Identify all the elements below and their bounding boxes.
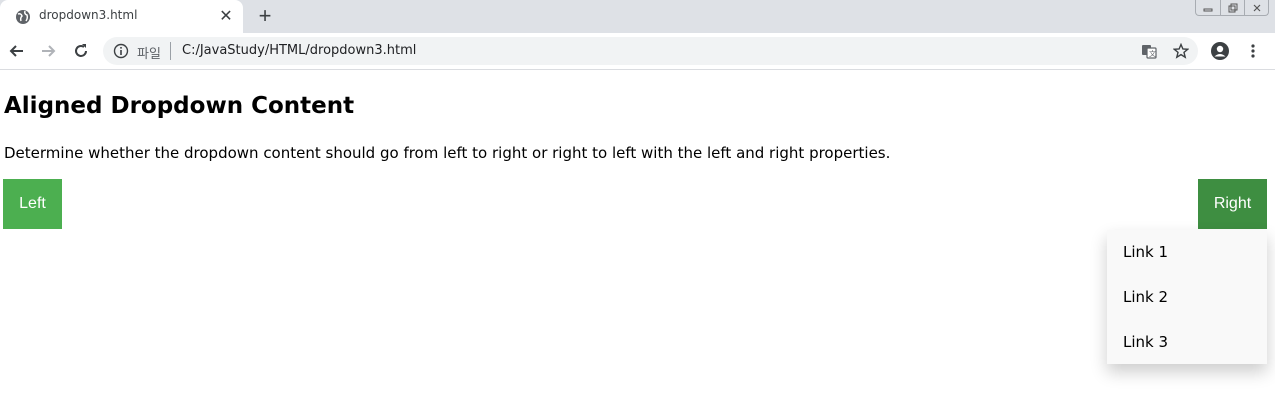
new-tab-icon[interactable]: + [254, 5, 276, 27]
bookmark-star-icon[interactable] [1172, 42, 1190, 60]
tab-title: dropdown3.html [39, 8, 138, 22]
profile-avatar-icon[interactable] [1209, 40, 1231, 62]
info-icon[interactable] [113, 43, 129, 59]
page-description: Determine whether the dropdown content s… [4, 144, 891, 162]
page-heading: Aligned Dropdown Content [4, 93, 355, 119]
url-separator [170, 42, 171, 60]
globe-icon [16, 10, 30, 24]
dropdown-link-3[interactable]: Link 3 [1107, 320, 1267, 365]
forward-icon[interactable] [37, 40, 59, 62]
url-text[interactable]: C:/JavaStudy/HTML/dropdown3.html [182, 43, 416, 58]
reload-icon[interactable] [70, 40, 92, 62]
tab-close-icon[interactable]: ✕ [217, 8, 235, 26]
dropdown-link-2[interactable]: Link 2 [1107, 275, 1267, 320]
menu-kebab-icon[interactable] [1242, 40, 1264, 62]
browser-tab[interactable]: dropdown3.html ✕ [0, 0, 243, 33]
close-window-icon[interactable] [1244, 0, 1268, 15]
browser-toolbar: 파일 C:/JavaStudy/HTML/dropdown3.html 文 [0, 33, 1275, 70]
tab-strip: dropdown3.html ✕ + [0, 0, 1275, 33]
url-scheme-label: 파일 [137, 47, 161, 62]
dropdown-link-1[interactable]: Link 1 [1107, 230, 1267, 275]
back-icon[interactable] [6, 40, 28, 62]
window-controls [1195, 0, 1269, 16]
svg-text:文: 文 [1149, 49, 1156, 58]
right-dropdown-button[interactable]: Right [1198, 179, 1267, 229]
right-dropdown-menu: Link 1 Link 2 Link 3 [1107, 230, 1267, 364]
left-dropdown-button[interactable]: Left [3, 179, 62, 229]
restore-icon[interactable] [1220, 0, 1244, 15]
minimize-icon[interactable] [1196, 0, 1220, 15]
address-bar[interactable]: 파일 C:/JavaStudy/HTML/dropdown3.html 文 [103, 37, 1198, 65]
translate-icon[interactable]: 文 [1140, 42, 1158, 60]
